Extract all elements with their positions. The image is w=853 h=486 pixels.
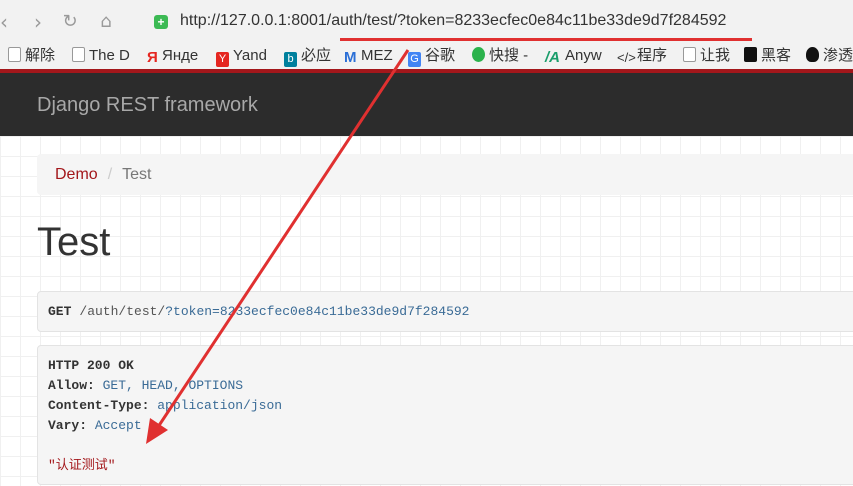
home-icon[interactable]: ⌂	[94, 10, 118, 34]
bookmark-item[interactable]: 解除	[8, 46, 55, 66]
bing-icon: b	[284, 52, 297, 67]
header-key: Content-Type:	[48, 398, 150, 413]
browser-toolbar: ‹ › ↻ ⌂ + http://127.0.0.1:8001/auth/tes…	[0, 0, 853, 44]
header-value: application/json	[157, 398, 283, 413]
breadcrumb-active: Test	[122, 166, 152, 183]
breadcrumb: Demo / Test	[37, 154, 853, 195]
bookmark-item[interactable]: Я Янде	[147, 46, 198, 66]
bookmarks-bar: 解除 The D Я Янде Y Yand b 必应 M MEZ G 谷歌 快搜 - /…	[0, 44, 853, 68]
yandex-icon: Я	[147, 49, 158, 66]
hacker-icon	[744, 47, 757, 62]
page-title: Test	[37, 220, 111, 264]
browser-chrome: ‹ › ↻ ⌂ + http://127.0.0.1:8001/auth/tes…	[0, 0, 853, 73]
breadcrumb-separator: /	[107, 166, 113, 183]
bookmark-item[interactable]: 快搜 -	[472, 46, 528, 66]
page-icon	[8, 47, 21, 62]
anyw-icon: /A	[545, 49, 560, 66]
code-icon: </>	[617, 50, 636, 65]
response-header: Vary: Accept	[48, 416, 853, 436]
bookmark-item[interactable]: The D	[72, 46, 130, 66]
kuaisou-icon	[472, 47, 485, 62]
back-icon[interactable]: ‹	[0, 10, 16, 34]
response-header: Allow: GET, HEAD, OPTIONS	[48, 376, 853, 396]
response-header: Content-Type: application/json	[48, 396, 853, 416]
reload-icon[interactable]: ↻	[58, 10, 82, 34]
google-icon: G	[408, 52, 421, 67]
bookmark-item[interactable]: M MEZ	[344, 46, 393, 66]
bookmark-item[interactable]: 让我	[683, 46, 730, 66]
response-status: HTTP 200 OK	[48, 358, 134, 373]
request-info: GET/auth/test/?token=8233ecfec0e84c11be3…	[37, 291, 853, 332]
response-info: HTTP 200 OK Allow: GET, HEAD, OPTIONS Co…	[37, 345, 853, 485]
brand-title[interactable]: Django REST framework	[37, 94, 258, 117]
bookmark-item[interactable]: </>程序	[617, 46, 667, 66]
header-key: Allow:	[48, 378, 95, 393]
page-content: Demo / Test Test GET/auth/test/?token=8233…	[0, 136, 853, 486]
header-value: GET, HEAD, OPTIONS	[102, 378, 244, 393]
shield-skull-icon	[806, 47, 819, 62]
breadcrumb-link-demo[interactable]: Demo	[55, 166, 98, 183]
page-icon	[72, 47, 85, 62]
address-text[interactable]: http://127.0.0.1:8001/auth/test/?token=8…	[180, 12, 726, 30]
bookmark-item[interactable]: G 谷歌	[408, 46, 455, 67]
request-method: GET	[48, 304, 72, 319]
header-key: Vary:	[48, 418, 88, 433]
bookmark-item[interactable]: 渗透	[806, 46, 853, 66]
response-body: "认证测试"	[48, 458, 116, 473]
forward-icon[interactable]: ›	[26, 10, 50, 34]
request-path: /auth/test/	[79, 304, 166, 319]
address-bar[interactable]: + http://127.0.0.1:8001/auth/test/?token…	[148, 8, 853, 36]
header-value: Accept	[94, 418, 142, 433]
annotation-underline	[340, 38, 752, 41]
secure-icon: +	[154, 15, 168, 29]
request-query: ?token=8233ecfec0e84c11be33de9d7f284592	[165, 304, 470, 319]
mez-icon: M	[344, 49, 357, 66]
bookmark-item[interactable]: /A Anyw	[545, 46, 602, 66]
yandex-y-icon: Y	[216, 52, 229, 67]
bookmark-item[interactable]: Y Yand	[216, 46, 267, 67]
top-navbar: Django REST framework	[0, 73, 853, 136]
bookmark-item[interactable]: b 必应	[284, 46, 331, 67]
bookmark-item[interactable]: 黑客	[744, 46, 791, 66]
page-icon	[683, 47, 696, 62]
